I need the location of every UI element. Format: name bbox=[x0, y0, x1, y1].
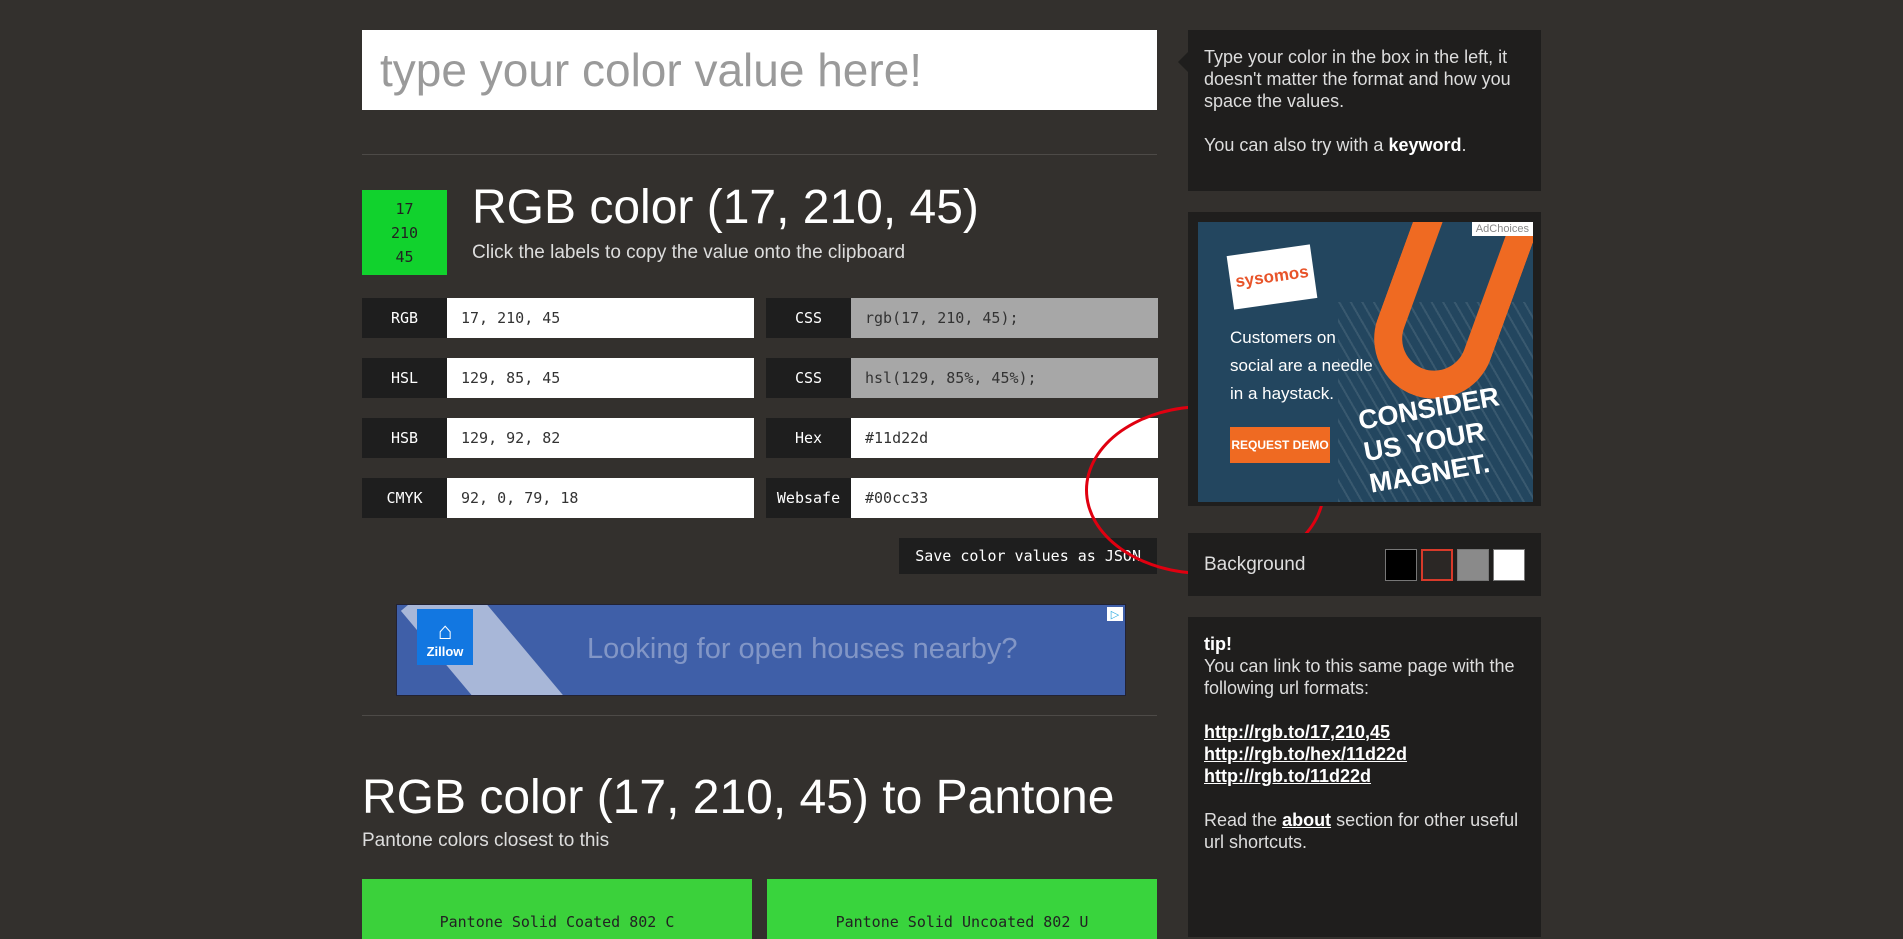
pantone-card[interactable]: Pantone Solid Uncoated 802 U bbox=[767, 879, 1157, 939]
tip-panel: tip! You can link to this same page with… bbox=[1188, 617, 1541, 937]
tip-about-line: Read the about section for other useful … bbox=[1204, 810, 1519, 852]
value-websafe[interactable]: #00cc33 bbox=[851, 478, 1158, 518]
value-hsl[interactable]: 129, 85, 45 bbox=[447, 358, 754, 398]
value-rgb[interactable]: 17, 210, 45 bbox=[447, 298, 754, 338]
bg-swatch-white[interactable] bbox=[1493, 548, 1525, 581]
bg-swatch-dark[interactable] bbox=[1421, 548, 1453, 581]
zillow-z-icon: ⌂ bbox=[437, 618, 453, 645]
bg-swatch-black[interactable] bbox=[1385, 548, 1417, 581]
value-css-hsl[interactable]: hsl(129, 85%, 45%); bbox=[851, 358, 1158, 398]
zillow-logo: ⌂ Zillow bbox=[417, 609, 473, 665]
page-subtitle: Click the labels to copy the value onto … bbox=[472, 242, 906, 263]
sidebar-ad[interactable]: sysomos Customers on social are a needle… bbox=[1198, 222, 1533, 502]
keyword-text: keyword bbox=[1388, 135, 1462, 155]
color-value-input[interactable] bbox=[362, 30, 1157, 110]
bg-swatch-grey[interactable] bbox=[1457, 548, 1489, 581]
label-cmyk-button[interactable]: CMYK bbox=[362, 478, 447, 518]
info-text: Type your color in the box in the left, … bbox=[1204, 47, 1511, 111]
tip-heading: tip! bbox=[1204, 634, 1232, 654]
tip-text: You can link to this same page with the … bbox=[1204, 656, 1515, 698]
divider bbox=[362, 154, 1157, 155]
value-row-hsl: HSL 129, 85, 45 bbox=[362, 358, 754, 398]
page-title: RGB color (17, 210, 45) bbox=[472, 181, 979, 234]
label-hex-button[interactable]: Hex bbox=[766, 418, 851, 458]
sysomos-logo: sysomos bbox=[1226, 244, 1318, 310]
background-panel: Background bbox=[1188, 533, 1541, 596]
save-json-button[interactable]: Save color values as JSON bbox=[899, 538, 1157, 574]
value-row-cmyk: CMYK 92, 0, 79, 18 bbox=[362, 478, 754, 518]
pantone-title: RGB color (17, 210, 45) to Pantone bbox=[362, 771, 1115, 824]
label-css-rgb-button[interactable]: CSS bbox=[766, 298, 851, 338]
main-column: 17 210 45 RGB color (17, 210, 45) Click … bbox=[362, 30, 1325, 939]
pantone-subtitle: Pantone colors closest to this bbox=[362, 830, 610, 851]
about-link[interactable]: about bbox=[1282, 810, 1331, 830]
label-rgb-button[interactable]: RGB bbox=[362, 298, 447, 338]
pantone-name: Pantone Solid Uncoated 802 U bbox=[835, 913, 1089, 931]
label-hsb-button[interactable]: HSB bbox=[362, 418, 447, 458]
swatch-b: 45 bbox=[395, 247, 414, 266]
label-websafe-button[interactable]: Websafe bbox=[766, 478, 851, 518]
request-demo-button[interactable]: REQUEST DEMO bbox=[1230, 427, 1330, 463]
banner-ad[interactable]: ⌂ Zillow Looking for open houses nearby?… bbox=[396, 604, 1126, 696]
banner-ad-headline: Looking for open houses nearby? bbox=[587, 633, 1018, 665]
tip-link-hex[interactable]: http://rgb.to/hex/11d22d bbox=[1204, 743, 1525, 765]
info-keyword-line: You can also try with a keyword. bbox=[1204, 135, 1467, 155]
background-label: Background bbox=[1204, 553, 1306, 575]
swatch-g: 210 bbox=[390, 223, 419, 242]
value-row-websafe: Websafe #00cc33 bbox=[766, 478, 1158, 518]
pantone-name: Pantone Solid Coated 802 C bbox=[439, 913, 675, 931]
adchoices-label[interactable]: AdChoices bbox=[1471, 222, 1533, 236]
value-row-css-rgb: CSS rgb(17, 210, 45); bbox=[766, 298, 1158, 338]
info-panel: Type your color in the box in the left, … bbox=[1178, 30, 1541, 191]
value-hex[interactable]: #11d22d bbox=[851, 418, 1158, 458]
value-cmyk[interactable]: 92, 0, 79, 18 bbox=[447, 478, 754, 518]
value-row-hex: Hex #11d22d bbox=[766, 418, 1158, 458]
ad-copy: Customers on social are a needle in a ha… bbox=[1230, 328, 1373, 403]
divider bbox=[362, 715, 1157, 716]
tip-link-rgb[interactable]: http://rgb.to/17,210,45 bbox=[1204, 721, 1525, 743]
color-swatch: 17 210 45 bbox=[362, 190, 447, 275]
zillow-brand: Zillow bbox=[426, 644, 464, 659]
swatch-r: 17 bbox=[395, 199, 414, 218]
tip-link-short[interactable]: http://rgb.to/11d22d bbox=[1204, 765, 1525, 787]
value-css-rgb[interactable]: rgb(17, 210, 45); bbox=[851, 298, 1158, 338]
adchoices-icon[interactable]: ▷ bbox=[1107, 607, 1123, 621]
value-row-hsb: HSB 129, 92, 82 bbox=[362, 418, 754, 458]
value-row-css-hsl: CSS hsl(129, 85%, 45%); bbox=[766, 358, 1158, 398]
value-hsb[interactable]: 129, 92, 82 bbox=[447, 418, 754, 458]
label-hsl-button[interactable]: HSL bbox=[362, 358, 447, 398]
value-row-rgb: RGB 17, 210, 45 bbox=[362, 298, 754, 338]
notch-arrow bbox=[1178, 52, 1188, 72]
sidebar-ad-box: sysomos Customers on social are a needle… bbox=[1188, 212, 1541, 506]
label-css-hsl-button[interactable]: CSS bbox=[766, 358, 851, 398]
pantone-card[interactable]: Pantone Solid Coated 802 C bbox=[362, 879, 752, 939]
